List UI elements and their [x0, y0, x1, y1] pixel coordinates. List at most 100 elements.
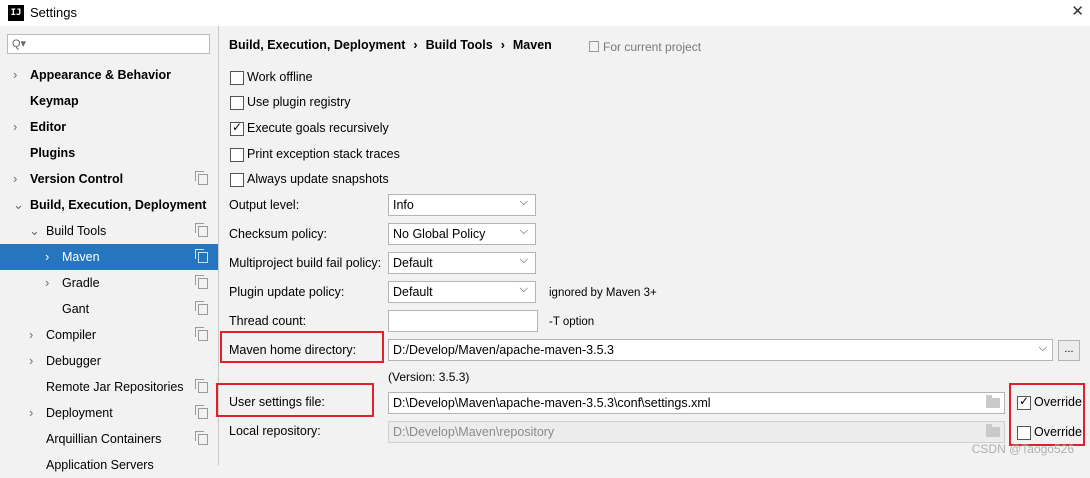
- maven-home-combobox[interactable]: D:/Develop/Maven/apache-maven-3.5.3 ⌵: [388, 339, 1053, 361]
- sidebar-item-keymap[interactable]: Keymap: [0, 88, 218, 114]
- chevron-right-icon[interactable]: ›: [13, 62, 17, 88]
- project-scope-icon: [195, 249, 208, 263]
- sidebar-item-editor[interactable]: › Editor: [0, 114, 218, 140]
- sidebar-item-gradle[interactable]: › Gradle: [0, 270, 218, 296]
- close-icon[interactable]: ✕: [1071, 2, 1084, 20]
- multiproject-fail-policy-select[interactable]: Default ⌵: [388, 252, 536, 274]
- sidebar-item-label: Maven: [62, 250, 100, 264]
- folder-icon: [986, 424, 1000, 437]
- sidebar-item-compiler[interactable]: › Compiler: [0, 322, 218, 348]
- checkbox-label: Print exception stack traces: [247, 147, 400, 161]
- sidebar-item-label: Editor: [30, 120, 67, 134]
- breadcrumb-separator: ›: [413, 38, 418, 52]
- plugin-update-policy-label: Plugin update policy:: [229, 285, 345, 299]
- output-level-label: Output level:: [229, 198, 300, 212]
- chevron-right-icon[interactable]: ›: [13, 166, 17, 192]
- project-scope-icon: [195, 301, 208, 315]
- checkbox-label: Always update snapshots: [247, 172, 389, 186]
- checksum-policy-select[interactable]: No Global Policy ⌵: [388, 223, 536, 245]
- sidebar-item-label: Deployment: [46, 406, 113, 420]
- project-scope-icon: [195, 275, 208, 289]
- chevron-down-icon: ⌵: [519, 196, 528, 208]
- checksum-policy-value: No Global Policy: [393, 227, 486, 241]
- chevron-down-icon: ⌵: [519, 283, 528, 295]
- always-update-snapshots-checkbox[interactable]: [230, 173, 244, 187]
- sidebar-item-deployment[interactable]: › Deployment: [0, 400, 218, 426]
- sidebar-item-build-execution-deployment[interactable]: ⌄ Build, Execution, Deployment: [0, 192, 218, 218]
- project-scope-label: For current project: [589, 40, 701, 54]
- maven-home-browse-button[interactable]: ...: [1058, 340, 1080, 361]
- checkbox-label: Use plugin registry: [247, 95, 351, 109]
- local-repository-label: Local repository:: [229, 424, 321, 438]
- local-repository-input: D:\Develop\Maven\repository: [388, 421, 1005, 443]
- sidebar-item-arquillian-containers[interactable]: Arquillian Containers: [0, 426, 218, 452]
- chevron-down-icon[interactable]: ⌵: [1039, 342, 1047, 355]
- chevron-right-icon[interactable]: ›: [29, 348, 33, 374]
- sidebar-item-build-tools[interactable]: ⌄ Build Tools: [0, 218, 218, 244]
- chevron-right-icon[interactable]: ›: [29, 322, 33, 348]
- sidebar-item-label: Arquillian Containers: [46, 432, 162, 446]
- output-level-value: Info: [393, 198, 414, 212]
- chevron-down-icon: ⌵: [519, 254, 528, 266]
- checkbox-label: Work offline: [247, 70, 313, 84]
- settings-search-input[interactable]: Q▾: [7, 34, 210, 54]
- highlight-user-settings: [216, 383, 374, 417]
- chevron-right-icon[interactable]: ›: [29, 400, 33, 426]
- plugin-update-policy-select[interactable]: Default ⌵: [388, 281, 536, 303]
- sidebar-item-label: Gradle: [62, 276, 100, 290]
- sidebar-item-label: Keymap: [30, 94, 79, 108]
- thread-count-hint: -T option: [549, 316, 595, 328]
- use-plugin-registry-checkbox[interactable]: [230, 96, 244, 110]
- maven-settings-panel: Build, Execution, Deployment › Build Tools…: [216, 26, 1090, 465]
- multiproject-fail-policy-value: Default: [393, 256, 433, 270]
- chevron-down-icon[interactable]: ⌄: [13, 192, 24, 218]
- sidebar-item-remote-jar-repositories[interactable]: Remote Jar Repositories: [0, 374, 218, 400]
- sidebar-item-label: Debugger: [46, 354, 101, 368]
- search-icon: Q▾: [12, 38, 27, 50]
- project-scope-icon: [195, 379, 208, 393]
- sidebar-item-appearance-behavior[interactable]: › Appearance & Behavior: [0, 62, 218, 88]
- sidebar-item-gant[interactable]: Gant: [0, 296, 218, 322]
- sidebar-item-plugins[interactable]: Plugins: [0, 140, 218, 166]
- sidebar-item-application-servers[interactable]: Application Servers: [0, 452, 218, 478]
- checkbox-label: Execute goals recursively: [247, 121, 389, 135]
- sidebar-item-maven[interactable]: › Maven: [0, 244, 218, 270]
- maven-version-label: (Version: 3.5.3): [388, 370, 470, 384]
- sidebar-item-debugger[interactable]: › Debugger: [0, 348, 218, 374]
- watermark: CSDN @Taogo526: [971, 442, 1074, 456]
- chevron-right-icon[interactable]: ›: [45, 270, 49, 296]
- plugin-update-hint: ignored by Maven 3+: [549, 287, 657, 299]
- folder-icon[interactable]: [986, 395, 1000, 408]
- thread-count-label: Thread count:: [229, 314, 307, 328]
- settings-sidebar: Q▾ › Appearance & Behavior Keymap › Editor Pl…: [0, 26, 219, 472]
- thread-count-input[interactable]: [388, 310, 538, 332]
- plugin-update-policy-value: Default: [393, 285, 433, 299]
- breadcrumb: Build, Execution, Deployment › Build Tools…: [229, 38, 552, 52]
- window-title: Settings: [30, 5, 77, 20]
- chevron-right-icon[interactable]: ›: [45, 244, 49, 270]
- user-settings-file-input[interactable]: D:\Develop\Maven\apache-maven-3.5.3\conf…: [388, 392, 1005, 414]
- sidebar-item-label: Remote Jar Repositories: [46, 380, 184, 394]
- intellij-logo-icon: IJ: [8, 5, 24, 21]
- chevron-down-icon: ⌵: [519, 225, 528, 237]
- print-exception-checkbox[interactable]: [230, 148, 244, 162]
- user-settings-file-value: D:\Develop\Maven\apache-maven-3.5.3\conf…: [393, 396, 711, 410]
- work-offline-checkbox[interactable]: [230, 71, 244, 85]
- sidebar-item-label: Application Servers: [46, 458, 154, 472]
- sidebar-item-version-control[interactable]: › Version Control: [0, 166, 218, 192]
- sidebar-item-label: Gant: [62, 302, 90, 316]
- highlight-maven-home: [220, 331, 384, 363]
- chevron-right-icon[interactable]: ›: [13, 114, 17, 140]
- chevron-down-icon[interactable]: ⌄: [29, 218, 40, 244]
- project-scope-icon: [589, 41, 599, 52]
- sidebar-item-label: Plugins: [30, 146, 76, 160]
- maven-home-value: D:/Develop/Maven/apache-maven-3.5.3: [393, 343, 614, 357]
- breadcrumb-build-execution[interactable]: Build, Execution, Deployment: [229, 38, 405, 52]
- breadcrumb-build-tools[interactable]: Build Tools: [426, 38, 493, 52]
- checksum-policy-label: Checksum policy:: [229, 227, 327, 241]
- project-scope-icon: [195, 431, 208, 445]
- sidebar-item-label: Appearance & Behavior: [30, 68, 172, 82]
- execute-goals-recursively-checkbox[interactable]: [230, 120, 244, 136]
- breadcrumb-maven: Maven: [512, 38, 552, 52]
- output-level-select[interactable]: Info ⌵: [388, 194, 536, 216]
